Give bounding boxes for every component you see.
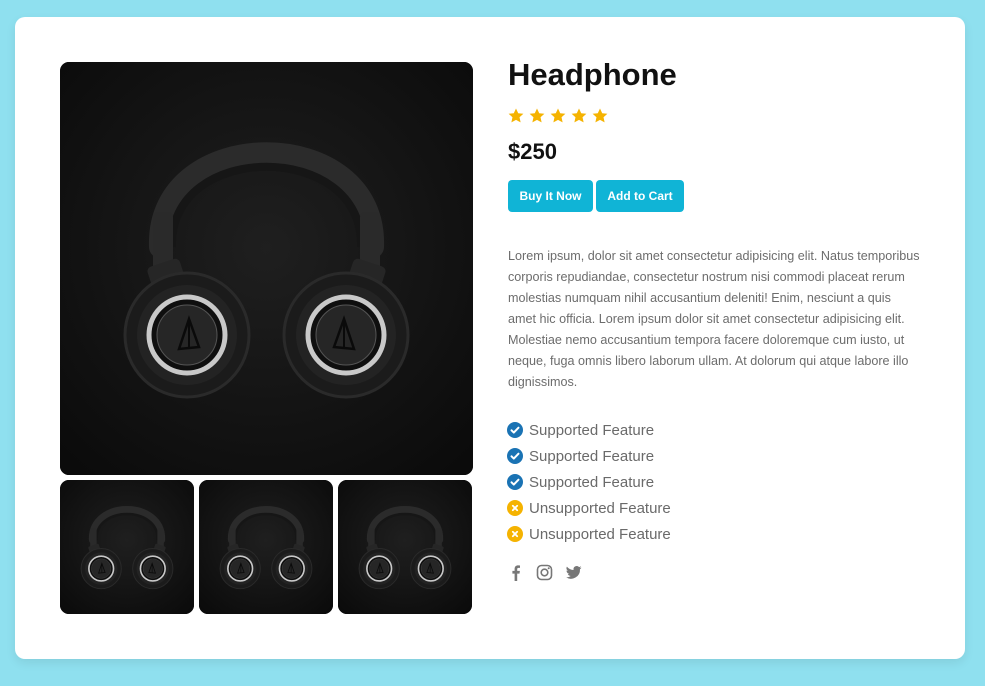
feature-item: Supported Feature bbox=[507, 417, 671, 443]
headphones-thumbnail-image bbox=[60, 480, 194, 614]
star-icon bbox=[592, 108, 608, 123]
product-price: $250 bbox=[508, 139, 557, 164]
twitter-icon bbox=[566, 566, 582, 579]
feature-item: Unsupported Feature bbox=[507, 495, 671, 521]
headphones-thumbnail-image bbox=[199, 480, 333, 614]
check-circle-icon bbox=[507, 422, 523, 438]
feature-label: Unsupported Feature bbox=[529, 525, 671, 543]
check-circle-icon bbox=[507, 474, 523, 490]
feature-item: Supported Feature bbox=[507, 469, 671, 495]
twitter-link[interactable] bbox=[565, 564, 582, 581]
star-rating bbox=[507, 107, 609, 125]
x-circle-icon bbox=[507, 526, 523, 542]
social-links bbox=[507, 564, 582, 581]
star-icon bbox=[550, 108, 566, 123]
star-icon bbox=[508, 108, 524, 123]
headphones-image bbox=[60, 62, 473, 475]
feature-label: Supported Feature bbox=[529, 447, 655, 465]
product-thumbnail-2[interactable] bbox=[199, 480, 333, 614]
product-card: Headphone $250 Buy It Now Add to Cart Lo… bbox=[15, 17, 965, 659]
feature-item: Supported Feature bbox=[507, 443, 671, 469]
feature-label: Unsupported Feature bbox=[529, 499, 671, 517]
feature-label: Supported Feature bbox=[529, 473, 655, 491]
x-circle-icon bbox=[507, 500, 523, 516]
buy-it-now-button[interactable]: Buy It Now bbox=[508, 180, 593, 212]
product-thumbnail-3[interactable] bbox=[338, 480, 472, 614]
feature-label: Supported Feature bbox=[529, 421, 655, 439]
product-thumbnail-1[interactable] bbox=[60, 480, 194, 614]
star-icon bbox=[529, 108, 545, 123]
product-title: Headphone bbox=[508, 57, 677, 92]
headphones-thumbnail-image bbox=[338, 480, 472, 614]
instagram-link[interactable] bbox=[536, 564, 553, 581]
facebook-icon bbox=[512, 565, 520, 581]
feature-list: Supported Feature Supported Feature Supp… bbox=[507, 417, 671, 547]
check-circle-icon bbox=[507, 448, 523, 464]
add-to-cart-button[interactable]: Add to Cart bbox=[596, 180, 684, 212]
instagram-icon bbox=[536, 564, 553, 581]
product-description: Lorem ipsum, dolor sit amet consectetur … bbox=[508, 249, 920, 389]
feature-item: Unsupported Feature bbox=[507, 521, 671, 547]
facebook-link[interactable] bbox=[507, 564, 524, 581]
product-main-image bbox=[60, 62, 473, 475]
star-icon bbox=[571, 108, 587, 123]
